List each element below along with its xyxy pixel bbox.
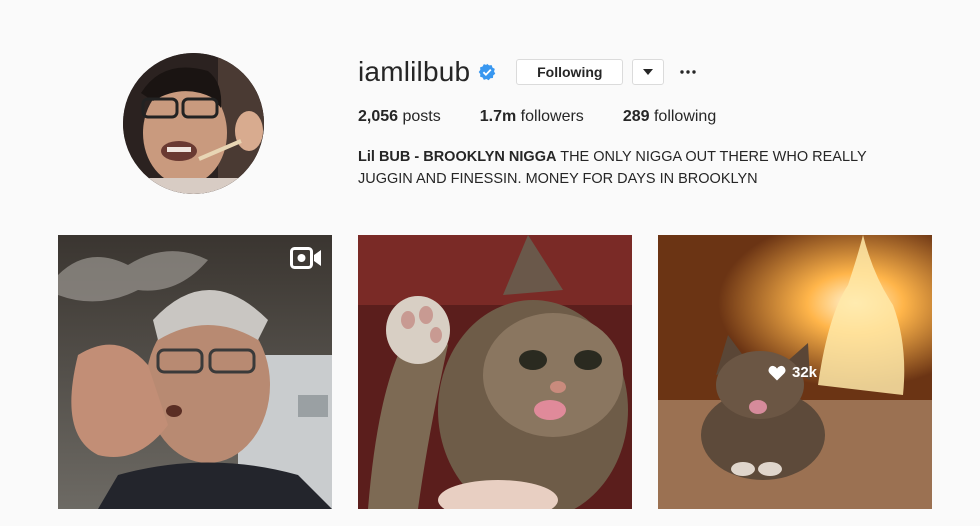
profile-avatar[interactable] (123, 53, 264, 194)
chevron-down-icon (643, 69, 654, 75)
suggestions-dropdown-button[interactable] (632, 59, 665, 85)
profile-header: iamlilbub Following (358, 56, 698, 88)
more-options-button[interactable] (678, 59, 698, 85)
following-button[interactable]: Following (516, 59, 624, 85)
posts-count: 2,056 posts (358, 108, 441, 126)
followers-count[interactable]: 1.7m followers (480, 108, 584, 126)
post-image (58, 235, 332, 509)
username: iamlilbub (358, 56, 471, 87)
post-likes-overlay: 32k (768, 364, 817, 381)
heart-icon (768, 365, 786, 380)
followers-count-value: 1.7m (479, 108, 517, 125)
posts-count-label: posts (402, 108, 441, 125)
profile-stats: 2,056 posts 1.7m followers 289 following (358, 108, 755, 126)
post-thumbnail-photo[interactable] (358, 235, 632, 509)
verified-badge-icon (479, 63, 496, 81)
likes-count: 32k (792, 364, 818, 381)
post-image (358, 235, 632, 509)
more-options-icon (680, 70, 696, 74)
post-thumbnail-video[interactable] (58, 235, 332, 509)
video-camera-icon (290, 247, 321, 269)
profile-full-name: Lil BUB - BROOKLYN NIGGA (358, 149, 557, 165)
following-count-value: 289 (622, 108, 650, 125)
followers-count-label: followers (520, 108, 584, 125)
profile-bio: Lil BUB - BROOKLYN NIGGA THE ONLY NIGGA … (358, 146, 918, 190)
following-count-label: following (653, 108, 717, 125)
following-button-label: Following (537, 64, 603, 80)
avatar-image (123, 53, 264, 194)
posts-count-value: 2,056 (358, 108, 399, 125)
following-count[interactable]: 289 following (623, 108, 716, 126)
